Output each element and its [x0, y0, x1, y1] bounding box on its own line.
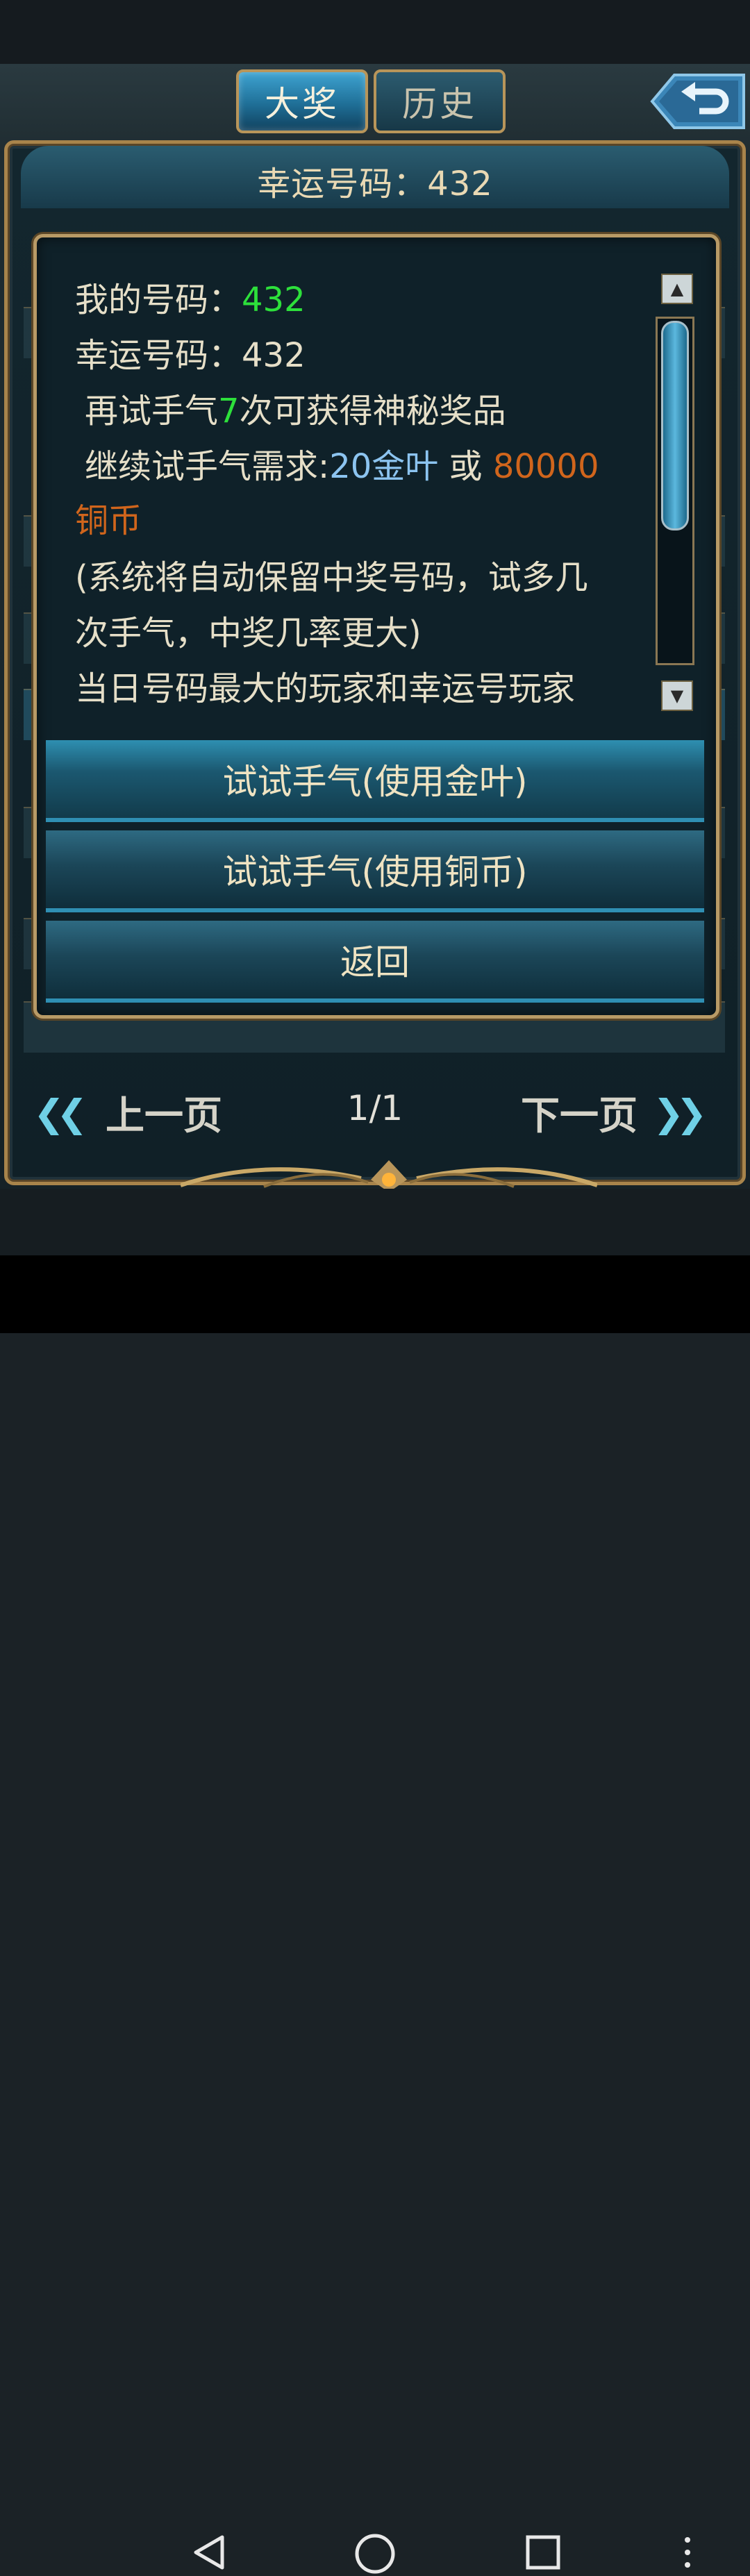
- double-chevron-right-icon: ❯❯: [653, 1092, 707, 1135]
- tab-jackpot[interactable]: 大奖: [236, 69, 368, 133]
- continue-cost-line: 继续试手气需求:20金叶 或 80000: [85, 439, 599, 487]
- page-indicator: 1/1: [347, 1088, 403, 1128]
- note-line-2: 次手气，中奖几率更大): [75, 614, 422, 653]
- return-button[interactable]: 返回: [46, 921, 704, 1003]
- nav-back-icon[interactable]: [189, 2532, 231, 2573]
- retry-prefix: 再试手气: [85, 392, 219, 430]
- lucky-number-value: 432: [242, 336, 306, 375]
- status-bar: [0, 0, 750, 64]
- coin-unit: 铜币: [75, 501, 142, 540]
- lucky-number-line: 幸运号码：432: [75, 328, 306, 376]
- nav-recents-icon[interactable]: [522, 2532, 564, 2573]
- android-nav-bar: [0, 1255, 750, 2574]
- my-number-line: 我的号码：432: [75, 272, 306, 321]
- gold-ornament: [181, 1160, 597, 1189]
- try-luck-gold-button[interactable]: 试试手气(使用金叶): [46, 740, 704, 822]
- note-line-1: (系统将自动保留中奖号码，试多几: [75, 558, 588, 597]
- scroll-down-button[interactable]: ▼: [661, 680, 693, 711]
- game-screen: 大奖 历史 幸运号码：432 我的号码：432 幸运号码：432 再试手气7次可…: [0, 64, 750, 1189]
- retry-reward-line: 再试手气7次可获得神秘奖品: [85, 383, 506, 432]
- try-luck-coin-button[interactable]: 试试手气(使用铜币): [46, 830, 704, 912]
- coin-cost: 80000: [492, 447, 599, 486]
- tab-history[interactable]: 历史: [374, 69, 506, 133]
- chevron-down-icon: ▼: [670, 686, 684, 705]
- nav-home-icon[interactable]: [353, 2532, 397, 2576]
- gold-cost: 20金叶: [329, 447, 439, 486]
- lucky-number-header: 幸运号码：432: [257, 165, 493, 203]
- continue-prefix: 继续试手气需求:: [85, 447, 330, 486]
- nav-more-icon[interactable]: [677, 2532, 698, 2573]
- or-text: 或: [438, 447, 493, 486]
- my-number-value: 432: [242, 281, 306, 319]
- game-bottom-area: [0, 1189, 750, 1255]
- retry-suffix: 次可获得神秘奖品: [239, 392, 506, 430]
- info-text-area: 我的号码：432 幸运号码：432 再试手气7次可获得神秘奖品 继续试手气需求:…: [42, 272, 653, 772]
- retry-count: 7: [218, 392, 240, 430]
- back-arrow-button[interactable]: [649, 71, 747, 132]
- chevron-up-icon: ▲: [670, 279, 684, 299]
- scrollbar-thumb[interactable]: [661, 321, 689, 530]
- lucky-number-label: 幸运号码：: [75, 336, 242, 375]
- partial-line: 当日号码最大的玩家和幸运号玩家: [75, 669, 576, 708]
- next-page-button[interactable]: 下一页: [521, 1085, 638, 1141]
- scroll-up-button[interactable]: ▲: [661, 274, 693, 304]
- my-number-label: 我的号码：: [75, 281, 242, 319]
- back-arrow-icon: [650, 74, 745, 129]
